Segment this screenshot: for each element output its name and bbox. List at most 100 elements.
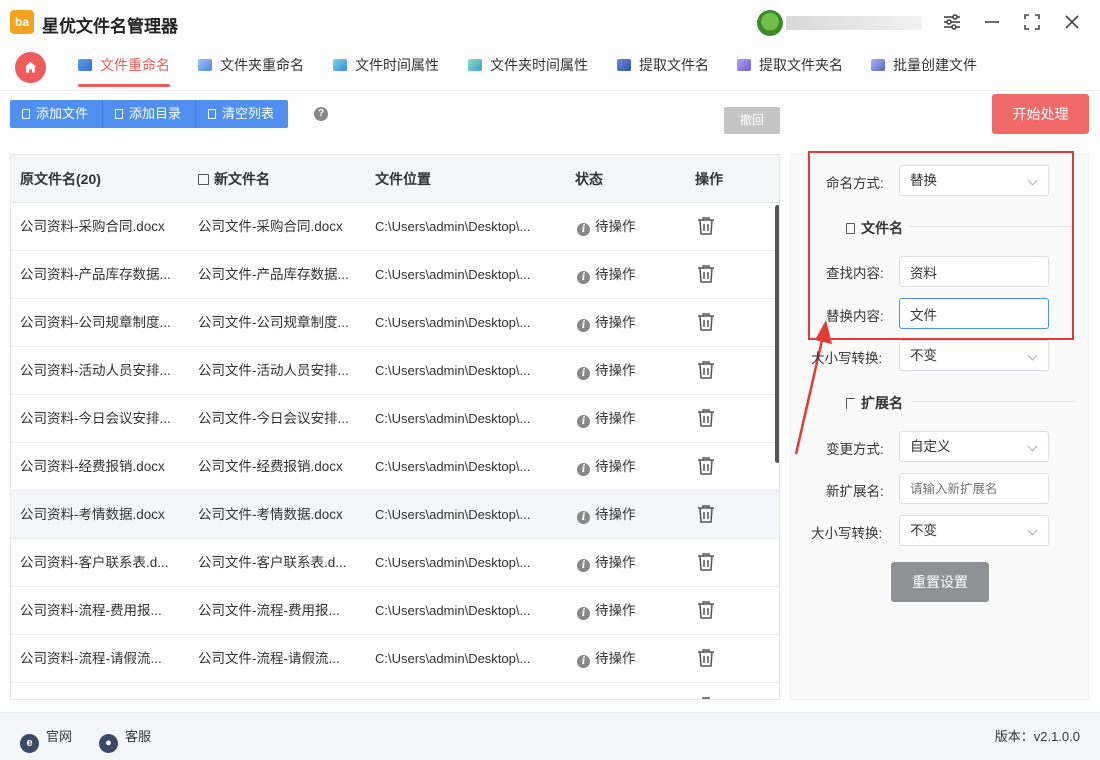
tab-folder-rename[interactable]: 文件夹重命名 <box>198 54 304 80</box>
info-icon: i <box>577 367 590 380</box>
delete-row-icon[interactable] <box>697 696 715 699</box>
delete-row-icon[interactable] <box>697 312 715 332</box>
table-scrollbar[interactable] <box>775 205 779 463</box>
chevron-down-icon <box>1027 441 1038 452</box>
cell-new-name: 公司文件-活动人员安排... <box>198 363 349 378</box>
table-row[interactable]: 公司资料-流程-费用报... 公司文件-流程-费用报... C:\Users\adm… <box>11 587 779 635</box>
section-divider <box>910 226 1072 227</box>
cell-original-name: 公司资料-产品库存数据... <box>20 267 171 282</box>
naming-mode-select[interactable]: 替换 <box>899 165 1049 196</box>
cell-status: i 待操作 <box>577 251 677 299</box>
delete-row-icon[interactable] <box>697 456 715 476</box>
table-row[interactable]: 公司资料-公司规章制度... 公司文件-公司规章制度... C:\Users\adm… <box>11 299 779 347</box>
minimize-icon[interactable] <box>980 10 1004 34</box>
cell-original-name: 公司资料-今日会议安排... <box>20 411 171 426</box>
cell-new-name: 公司文件-经费报销.docx <box>198 459 343 474</box>
batch-create-icon <box>871 59 885 71</box>
cell-original-name: 公司资料-经费报销.docx <box>20 459 165 474</box>
cell-location: C:\Users\admin\Desktop\... <box>375 363 531 378</box>
info-icon: i <box>577 607 590 620</box>
cell-new-name: 公司文件-产品库存数据... <box>198 267 349 282</box>
extension-icon <box>846 398 855 409</box>
delete-row-icon[interactable] <box>697 264 715 284</box>
reset-settings-button[interactable]: 重置设置 <box>891 562 989 602</box>
home-button[interactable] <box>15 52 46 83</box>
case-select[interactable]: 不变 <box>899 340 1049 371</box>
tab-extract-filename[interactable]: 提取文件名 <box>617 54 709 80</box>
cell-status: i 待操作 <box>577 395 677 443</box>
help-icon[interactable]: ? <box>314 107 328 121</box>
tab-file-time[interactable]: 文件时间属性 <box>333 54 439 80</box>
header-action: 操作 <box>695 171 723 187</box>
toolbar: 添加文件 添加目录 清空列表 <box>10 100 289 128</box>
undo-button[interactable]: 撤回 <box>724 107 780 134</box>
delete-row-icon[interactable] <box>697 552 715 572</box>
cell-new-name: 公司文件-考情数据.docx <box>198 507 343 522</box>
cell-status: i 待操作 <box>577 635 677 683</box>
cell-original-name: 公司资料-活动人员安排... <box>20 363 171 378</box>
close-icon[interactable] <box>1060 10 1084 34</box>
browser-icon: e <box>20 734 39 753</box>
tabs-divider <box>0 90 1100 91</box>
delete-row-icon[interactable] <box>697 360 715 380</box>
user-name-blurred <box>786 16 922 30</box>
info-icon: i <box>577 271 590 284</box>
table-row[interactable]: 公司资料-考情数据.docx 公司文件-考情数据.docx C:\Users\adm… <box>11 491 779 539</box>
delete-row-icon[interactable] <box>697 600 715 620</box>
cell-new-name: 公司文件-公司规章制度... <box>198 315 349 330</box>
find-input[interactable] <box>899 256 1049 287</box>
document-icon <box>22 109 30 119</box>
info-icon: i <box>577 415 590 428</box>
file-table: 原文件名(20) 新文件名 文件位置 状态 操作 公司资料-采购合同.docx 公… <box>10 154 780 700</box>
add-file-button[interactable]: 添加文件 <box>10 100 104 128</box>
file-rename-icon <box>78 59 92 71</box>
table-row[interactable]: 公司资料-流程-请假流... 公司文件-流程-请假流... C:\Users\adm… <box>11 635 779 683</box>
cell-location: C:\Users\admin\Desktop\... <box>375 267 531 282</box>
ext-mode-select[interactable]: 自定义 <box>899 431 1049 462</box>
delete-row-icon[interactable] <box>697 504 715 524</box>
cell-status: i 待操作 <box>577 443 677 491</box>
delete-row-icon[interactable] <box>697 648 715 668</box>
cell-location: C:\Users\admin\Desktop\... <box>375 459 531 474</box>
tab-batch-create[interactable]: 批量创建文件 <box>871 54 977 80</box>
header-status: 状态 <box>575 171 603 187</box>
delete-row-icon[interactable] <box>697 216 715 236</box>
cell-new-name: 公司文件-今日会议安排... <box>198 411 349 426</box>
tab-folder-time[interactable]: 文件夹时间属性 <box>468 54 588 80</box>
table-row[interactable]: 公司资料-经费报销.docx 公司文件-经费报销.docx C:\Users\adm… <box>11 443 779 491</box>
tab-extract-foldername[interactable]: 提取文件夹名 <box>737 54 843 80</box>
table-row[interactable]: 公司资料-活动人员安排... 公司文件-活动人员安排... C:\Users\adm… <box>11 347 779 395</box>
maximize-icon[interactable] <box>1020 10 1044 34</box>
new-ext-input[interactable] <box>899 473 1049 504</box>
header-new-name: 新文件名 <box>198 155 270 203</box>
cell-new-name: 公司文件-客户联系表.d... <box>198 555 347 570</box>
cell-status: i 待操作 <box>577 539 677 587</box>
start-processing-button[interactable]: 开始处理 <box>992 94 1089 134</box>
user-avatar[interactable] <box>757 10 783 36</box>
cell-original-name: 公司资料-公司规章制度... <box>20 315 171 330</box>
table-row[interactable]: 公司资料-客户联系表.d... 公司文件-客户联系表.d... C:\Users\a… <box>11 539 779 587</box>
cell-status: i 待操作 <box>577 203 677 251</box>
delete-row-icon[interactable] <box>697 408 715 428</box>
table-row[interactable]: 公司资料-今日会议安排... 公司文件-今日会议安排... C:\Users\adm… <box>11 395 779 443</box>
support-link[interactable]: ● 客服 <box>99 727 151 753</box>
add-directory-button[interactable]: 添加目录 <box>103 100 197 128</box>
table-body: 公司资料-采购合同.docx 公司文件-采购合同.docx C:\Users\adm… <box>11 203 779 699</box>
extract-filename-icon <box>617 59 631 71</box>
version-label: 版本：v2.1.0.0 <box>994 729 1080 744</box>
table-row[interactable] <box>11 683 779 699</box>
chevron-down-icon <box>1027 525 1038 536</box>
settings-sliders-icon[interactable] <box>940 10 964 34</box>
document-icon <box>115 109 124 119</box>
tab-file-rename[interactable]: 文件重命名 <box>78 54 170 87</box>
cell-location: C:\Users\admin\Desktop\... <box>375 603 531 618</box>
home-icon <box>24 61 37 73</box>
website-link[interactable]: e 官网 <box>20 727 72 753</box>
folder-rename-icon <box>198 59 212 71</box>
table-row[interactable]: 公司资料-产品库存数据... 公司文件-产品库存数据... C:\Users\adm… <box>11 251 779 299</box>
clear-list-button[interactable]: 清空列表 <box>196 100 289 128</box>
find-label: 查找内容: <box>826 266 884 281</box>
ext-case-select[interactable]: 不变 <box>899 515 1049 546</box>
replace-input[interactable] <box>899 298 1049 329</box>
table-row[interactable]: 公司资料-采购合同.docx 公司文件-采购合同.docx C:\Users\adm… <box>11 203 779 251</box>
